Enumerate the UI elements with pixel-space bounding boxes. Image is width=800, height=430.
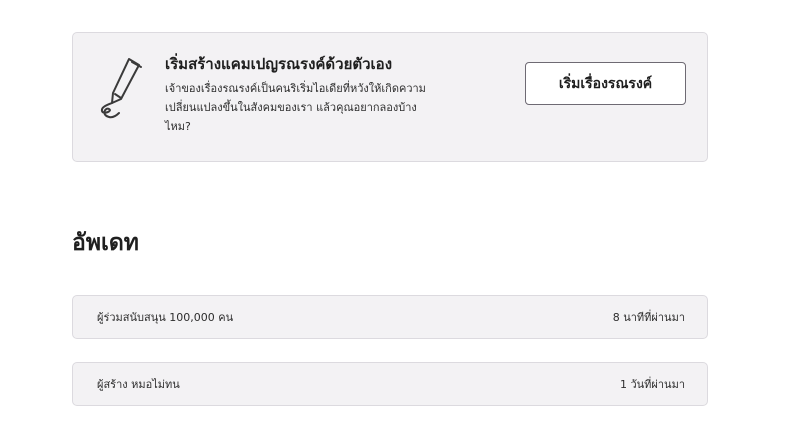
start-campaign-button[interactable]: เริ่มเรื่องรณรงค์ <box>525 62 686 105</box>
update-item: ผู้ร่วมสนับสนุน 100,000 คน 8 นาทีที่ผ่าน… <box>72 295 708 339</box>
promo-description-line: เปลี่ยนแปลงขึ้นในสังคมของเรา แล้วคุณอยาก… <box>165 101 417 114</box>
promo-description-line: เจ้าของเรื่องรณรงค์เป็นคนริเริ่มไอเดียที… <box>165 82 426 95</box>
page: เริ่มสร้างแคมเปญรณรงค์ด้วยตัวเอง เจ้าของ… <box>0 0 800 430</box>
promo-description: เจ้าของเรื่องรณรงค์เป็นคนริเริ่มไอเดียที… <box>165 79 485 136</box>
pen-icon <box>100 58 142 119</box>
promo-text: เริ่มสร้างแคมเปญรณรงค์ด้วยตัวเอง เจ้าของ… <box>165 53 485 136</box>
promo-description-line: ไหม? <box>165 120 191 133</box>
updates-heading: อัพเดท <box>72 230 139 256</box>
start-campaign-card: เริ่มสร้างแคมเปญรณรงค์ด้วยตัวเอง เจ้าของ… <box>72 32 708 162</box>
promo-title: เริ่มสร้างแคมเปญรณรงค์ด้วยตัวเอง <box>165 55 393 73</box>
update-time: 8 นาทีที่ผ่านมา <box>612 311 685 324</box>
update-text: ผู้ร่วมสนับสนุน 100,000 คน <box>97 311 234 324</box>
update-item: ผู้สร้าง หมอไม่ทน 1 วันที่ผ่านมา <box>72 362 708 406</box>
update-text: ผู้สร้าง หมอไม่ทน <box>97 378 180 391</box>
update-time: 1 วันที่ผ่านมา <box>619 378 685 391</box>
